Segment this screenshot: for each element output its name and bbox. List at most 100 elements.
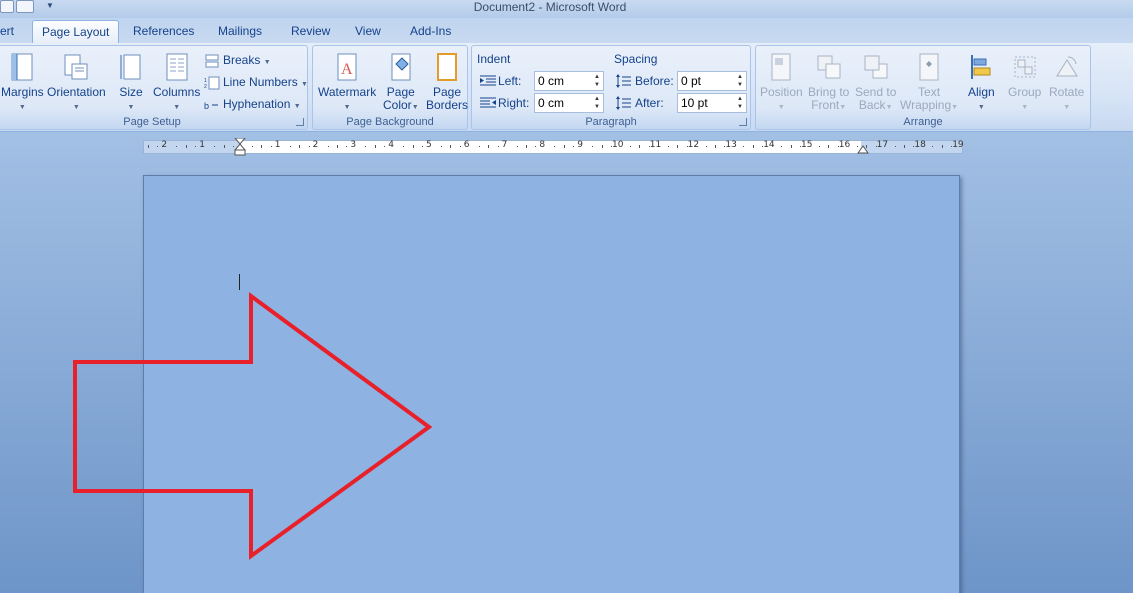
ruler-tick xyxy=(308,146,310,147)
ruler-tick xyxy=(715,145,716,148)
ruler-label: 7 xyxy=(501,140,508,150)
ruler-tick xyxy=(478,146,480,147)
ruler-tick xyxy=(148,145,149,148)
svg-text:A: A xyxy=(341,61,353,78)
ruler-tick xyxy=(573,146,575,147)
ruler-label: 12 xyxy=(687,140,700,150)
bring-to-front-label-1: Bring to xyxy=(808,85,850,99)
group-button[interactable]: Group ▼ xyxy=(1008,52,1041,114)
watermark-button[interactable]: A Watermark ▼ xyxy=(318,52,376,114)
line-numbers-button[interactable]: 1 2 Line Numbers ▼ xyxy=(204,73,308,91)
hyphenation-label: Hyphenation xyxy=(223,97,291,111)
ruler-label: 17 xyxy=(876,140,889,150)
align-icon xyxy=(971,55,991,79)
columns-icon xyxy=(166,53,188,81)
indent-left-value: 0 cm xyxy=(538,74,565,88)
ruler-tick xyxy=(951,146,953,147)
spacing-before-input[interactable]: 0 pt ▲ ▼ xyxy=(677,71,747,91)
ruler-label: 10 xyxy=(612,140,624,150)
arrange-label: Arrange xyxy=(903,116,943,128)
spacing-after-input[interactable]: 10 pt ▲ ▼ xyxy=(677,93,747,113)
right-indent-marker-icon[interactable] xyxy=(857,144,869,154)
ruler-tick xyxy=(535,146,537,147)
rotate-button[interactable]: Rotate ▼ xyxy=(1049,52,1084,114)
spin-arrows-icon[interactable]: ▲ ▼ xyxy=(593,95,601,111)
columns-button[interactable]: Columns ▼ xyxy=(153,52,200,114)
bring-to-front-icon xyxy=(817,55,841,79)
tab-insert[interactable]: ert xyxy=(0,24,14,38)
indent-marker-icon[interactable] xyxy=(233,138,247,158)
ruler-tick xyxy=(800,146,802,147)
indent-right-input[interactable]: 0 cm ▲ ▼ xyxy=(534,93,604,113)
orientation-button[interactable]: Orientation ▼ xyxy=(47,52,106,114)
page-background-group: A Watermark ▼ Page Color▼ Page Borders Page… xyxy=(312,45,468,130)
breaks-button[interactable]: Breaks ▼ xyxy=(204,51,271,69)
ruler-tick xyxy=(913,146,915,147)
page-color-label-2: Color xyxy=(383,98,412,112)
horizontal-ruler[interactable]: 2 1 1 2 3 4 5 6 7 8 9 10 11 12 13 14 15 16 17 18 19 xyxy=(143,138,964,156)
ruler-tick xyxy=(261,145,263,148)
paragraph-launcher-icon[interactable] xyxy=(739,118,747,126)
indent-title: Indent xyxy=(477,52,511,66)
ruler-tick xyxy=(828,145,830,148)
tab-add-ins[interactable]: Add-Ins xyxy=(410,24,451,38)
margins-button[interactable]: Margins ▼ xyxy=(1,52,44,114)
size-label: Size xyxy=(119,85,143,99)
spin-arrows-icon[interactable]: ▲ ▼ xyxy=(736,73,744,89)
align-button[interactable]: Align ▼ xyxy=(968,52,995,114)
ruler-tick xyxy=(932,146,934,147)
send-to-back-button[interactable]: Send to Back▼ xyxy=(855,52,896,114)
position-icon xyxy=(771,53,791,81)
group-label: Group xyxy=(1008,85,1042,99)
page-borders-label-1: Page xyxy=(433,85,462,99)
ruler-tick xyxy=(185,145,187,148)
spacing-before-icon xyxy=(616,74,631,88)
hyphenation-button[interactable]: b Hyphenation ▼ xyxy=(204,95,301,113)
tab-view[interactable]: View xyxy=(355,24,381,38)
ruler-label: 4 xyxy=(388,140,394,150)
text-wrapping-label-2: Wrapping xyxy=(900,98,952,112)
ruler-tick xyxy=(459,146,461,147)
ruler-tick xyxy=(497,146,499,147)
spin-arrows-icon[interactable]: ▲ ▼ xyxy=(736,95,744,111)
ruler-tick xyxy=(724,146,726,147)
breaks-label: Breaks xyxy=(223,53,261,67)
size-button[interactable]: Size ▼ xyxy=(118,52,144,114)
send-to-back-icon xyxy=(864,55,888,79)
tab-mailings[interactable]: Mailings xyxy=(218,24,262,38)
tab-references[interactable]: References xyxy=(133,24,194,38)
title-bar: ▼ Document2 - Microsoft Word xyxy=(0,0,1133,18)
bring-to-front-button[interactable]: Bring to Front▼ xyxy=(808,52,849,114)
spacing-after-icon xyxy=(616,96,631,110)
ruler-tick xyxy=(563,145,565,148)
ruler-tick xyxy=(554,146,556,147)
document-page[interactable] xyxy=(143,175,960,593)
tab-review[interactable]: Review xyxy=(291,24,330,38)
ruler-tick xyxy=(403,146,405,147)
ruler-tick xyxy=(894,146,896,147)
ruler-label: 9 xyxy=(577,140,583,150)
text-wrapping-button[interactable]: Text Wrapping▼ xyxy=(900,52,958,114)
spin-arrows-icon[interactable]: ▲ ▼ xyxy=(593,73,601,89)
page-setup-launcher-icon[interactable] xyxy=(296,118,304,126)
indent-left-input[interactable]: 0 cm ▲ ▼ xyxy=(534,71,604,91)
ruler-tick xyxy=(818,146,820,147)
ruler-tick xyxy=(743,146,745,147)
page-borders-button[interactable]: Page Borders xyxy=(426,52,468,112)
ruler-label: 5 xyxy=(426,140,432,150)
ruler-tick xyxy=(941,145,943,148)
ruler-label: 19 xyxy=(952,140,964,150)
ruler-label: 18 xyxy=(914,140,926,150)
ruler-tick xyxy=(450,145,452,148)
spacing-before-value: 0 pt xyxy=(681,74,702,88)
ribbon: Margins ▼ Orientation ▼ Size ▼ Columns ▼… xyxy=(0,43,1133,132)
ruler-tick xyxy=(176,146,178,147)
ruler-tick xyxy=(752,145,754,148)
position-button[interactable]: Position ▼ xyxy=(760,52,803,114)
ruler-tick xyxy=(667,146,669,147)
page-color-button[interactable]: Page Color▼ xyxy=(383,52,419,114)
columns-label: Columns xyxy=(153,85,201,99)
line-numbers-icon: 12 xyxy=(204,76,220,90)
indent-right-icon xyxy=(480,97,496,108)
ruler-tick xyxy=(639,145,641,148)
